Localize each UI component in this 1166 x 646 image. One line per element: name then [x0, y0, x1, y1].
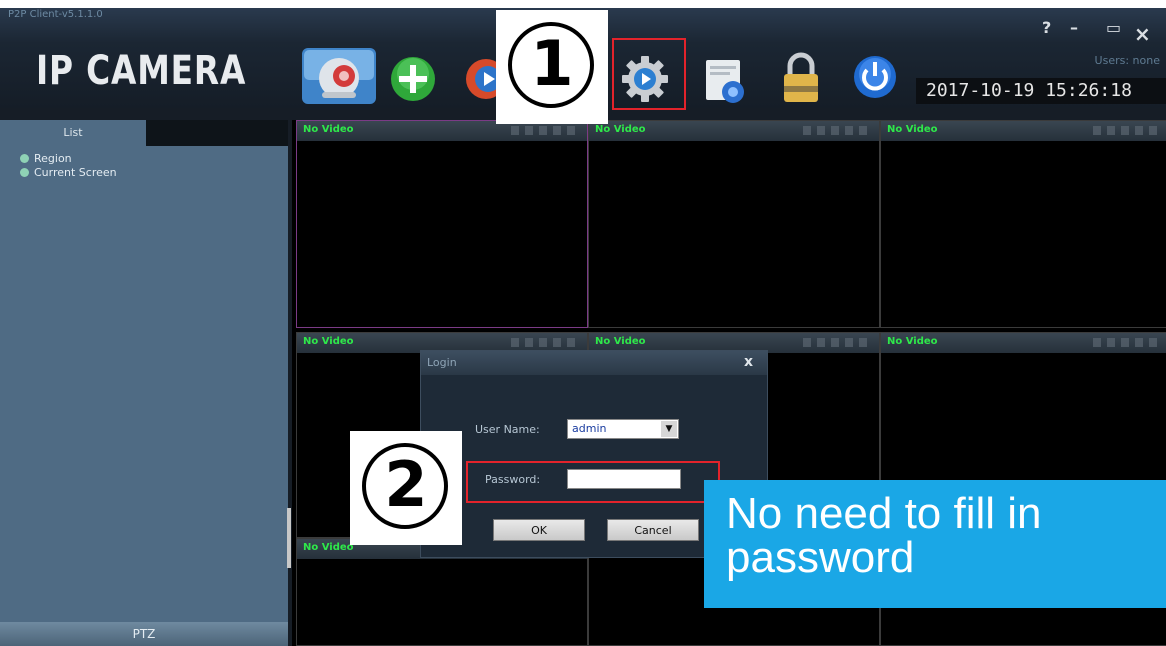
tree-node-icon [20, 154, 29, 163]
tree-node-icon [20, 168, 29, 177]
video-cell[interactable]: No Video [588, 120, 880, 328]
step2-marker: 2 [350, 431, 462, 545]
cancel-button[interactable]: Cancel [607, 519, 699, 541]
login-dialog-titlebar: Login x [421, 351, 767, 375]
username-value: admin [572, 422, 607, 435]
help-button[interactable]: ? [1042, 18, 1051, 37]
no-video-label: No Video [303, 124, 354, 135]
ptz-panel-toggle[interactable]: PTZ [0, 622, 288, 646]
video-cell-toolbar[interactable] [1093, 338, 1163, 347]
record-files-button[interactable] [700, 56, 750, 106]
step1-number: 1 [530, 27, 574, 100]
video-cell-toolbar[interactable] [803, 126, 873, 135]
instruction-callout: No need to fill in password [704, 480, 1166, 608]
no-video-label: No Video [303, 542, 354, 553]
login-close-button[interactable]: x [744, 354, 753, 370]
video-cell-header: No Video [881, 121, 1166, 141]
no-video-label: No Video [595, 124, 646, 135]
power-button[interactable] [850, 52, 900, 102]
step1-marker: 1 [496, 10, 608, 124]
step2-highlight-box [466, 461, 720, 503]
login-dialog-title: Login [427, 356, 457, 369]
tree-item-region[interactable]: Region [20, 152, 72, 165]
add-device-button[interactable] [388, 54, 438, 104]
username-select[interactable]: admin ▼ [567, 419, 679, 439]
tree-item-label: Region [34, 152, 72, 165]
window-title: P2P Client-v5.1.1.0 [8, 9, 103, 20]
video-cell-header: No Video [589, 121, 879, 141]
panel-tab-strip: List [0, 120, 288, 146]
step2-number: 2 [384, 448, 428, 521]
video-cell-header: No Video [297, 121, 587, 141]
live-view-button[interactable] [302, 48, 376, 104]
no-video-label: No Video [303, 336, 354, 347]
brand-logo-text: IP CAMERA [36, 48, 247, 94]
maximize-button[interactable]: ▭ [1106, 18, 1121, 37]
username-label: User Name: [475, 423, 540, 436]
recording-file-icon [706, 60, 744, 103]
video-cell-toolbar[interactable] [511, 338, 581, 347]
no-video-label: No Video [887, 124, 938, 135]
tree-item-current-screen[interactable]: Current Screen [20, 166, 117, 179]
step1-highlight-box [612, 38, 686, 110]
users-status: Users: none [1094, 54, 1160, 67]
video-cell-toolbar[interactable] [1093, 126, 1163, 135]
tab-list[interactable]: List [0, 120, 146, 146]
add-device-icon [391, 57, 435, 101]
callout-line-2: password [726, 533, 915, 582]
video-cell-toolbar[interactable] [803, 338, 873, 347]
video-cell[interactable]: No Video [296, 120, 588, 328]
video-cell-header: No Video [881, 333, 1166, 353]
datetime-display: 2017-10-19 15:26:18 [916, 78, 1166, 104]
ok-button[interactable]: OK [493, 519, 585, 541]
callout-line-1: No need to fill in [726, 489, 1042, 538]
tree-item-label: Current Screen [34, 166, 117, 179]
device-list-panel: List Region Current Screen PTZ [0, 120, 288, 646]
panel-splitter-handle[interactable] [287, 508, 291, 568]
no-video-label: No Video [595, 336, 646, 347]
video-cell-toolbar[interactable] [511, 126, 581, 135]
video-cell[interactable]: No Video [880, 120, 1166, 328]
chevron-down-icon[interactable]: ▼ [661, 421, 677, 437]
close-window-button[interactable]: × [1134, 22, 1151, 46]
minimize-button[interactable]: – [1070, 18, 1078, 37]
power-icon [854, 56, 896, 98]
lock-icon [784, 52, 818, 102]
no-video-label: No Video [887, 336, 938, 347]
lock-button[interactable] [776, 52, 826, 102]
camera-icon [302, 48, 376, 104]
